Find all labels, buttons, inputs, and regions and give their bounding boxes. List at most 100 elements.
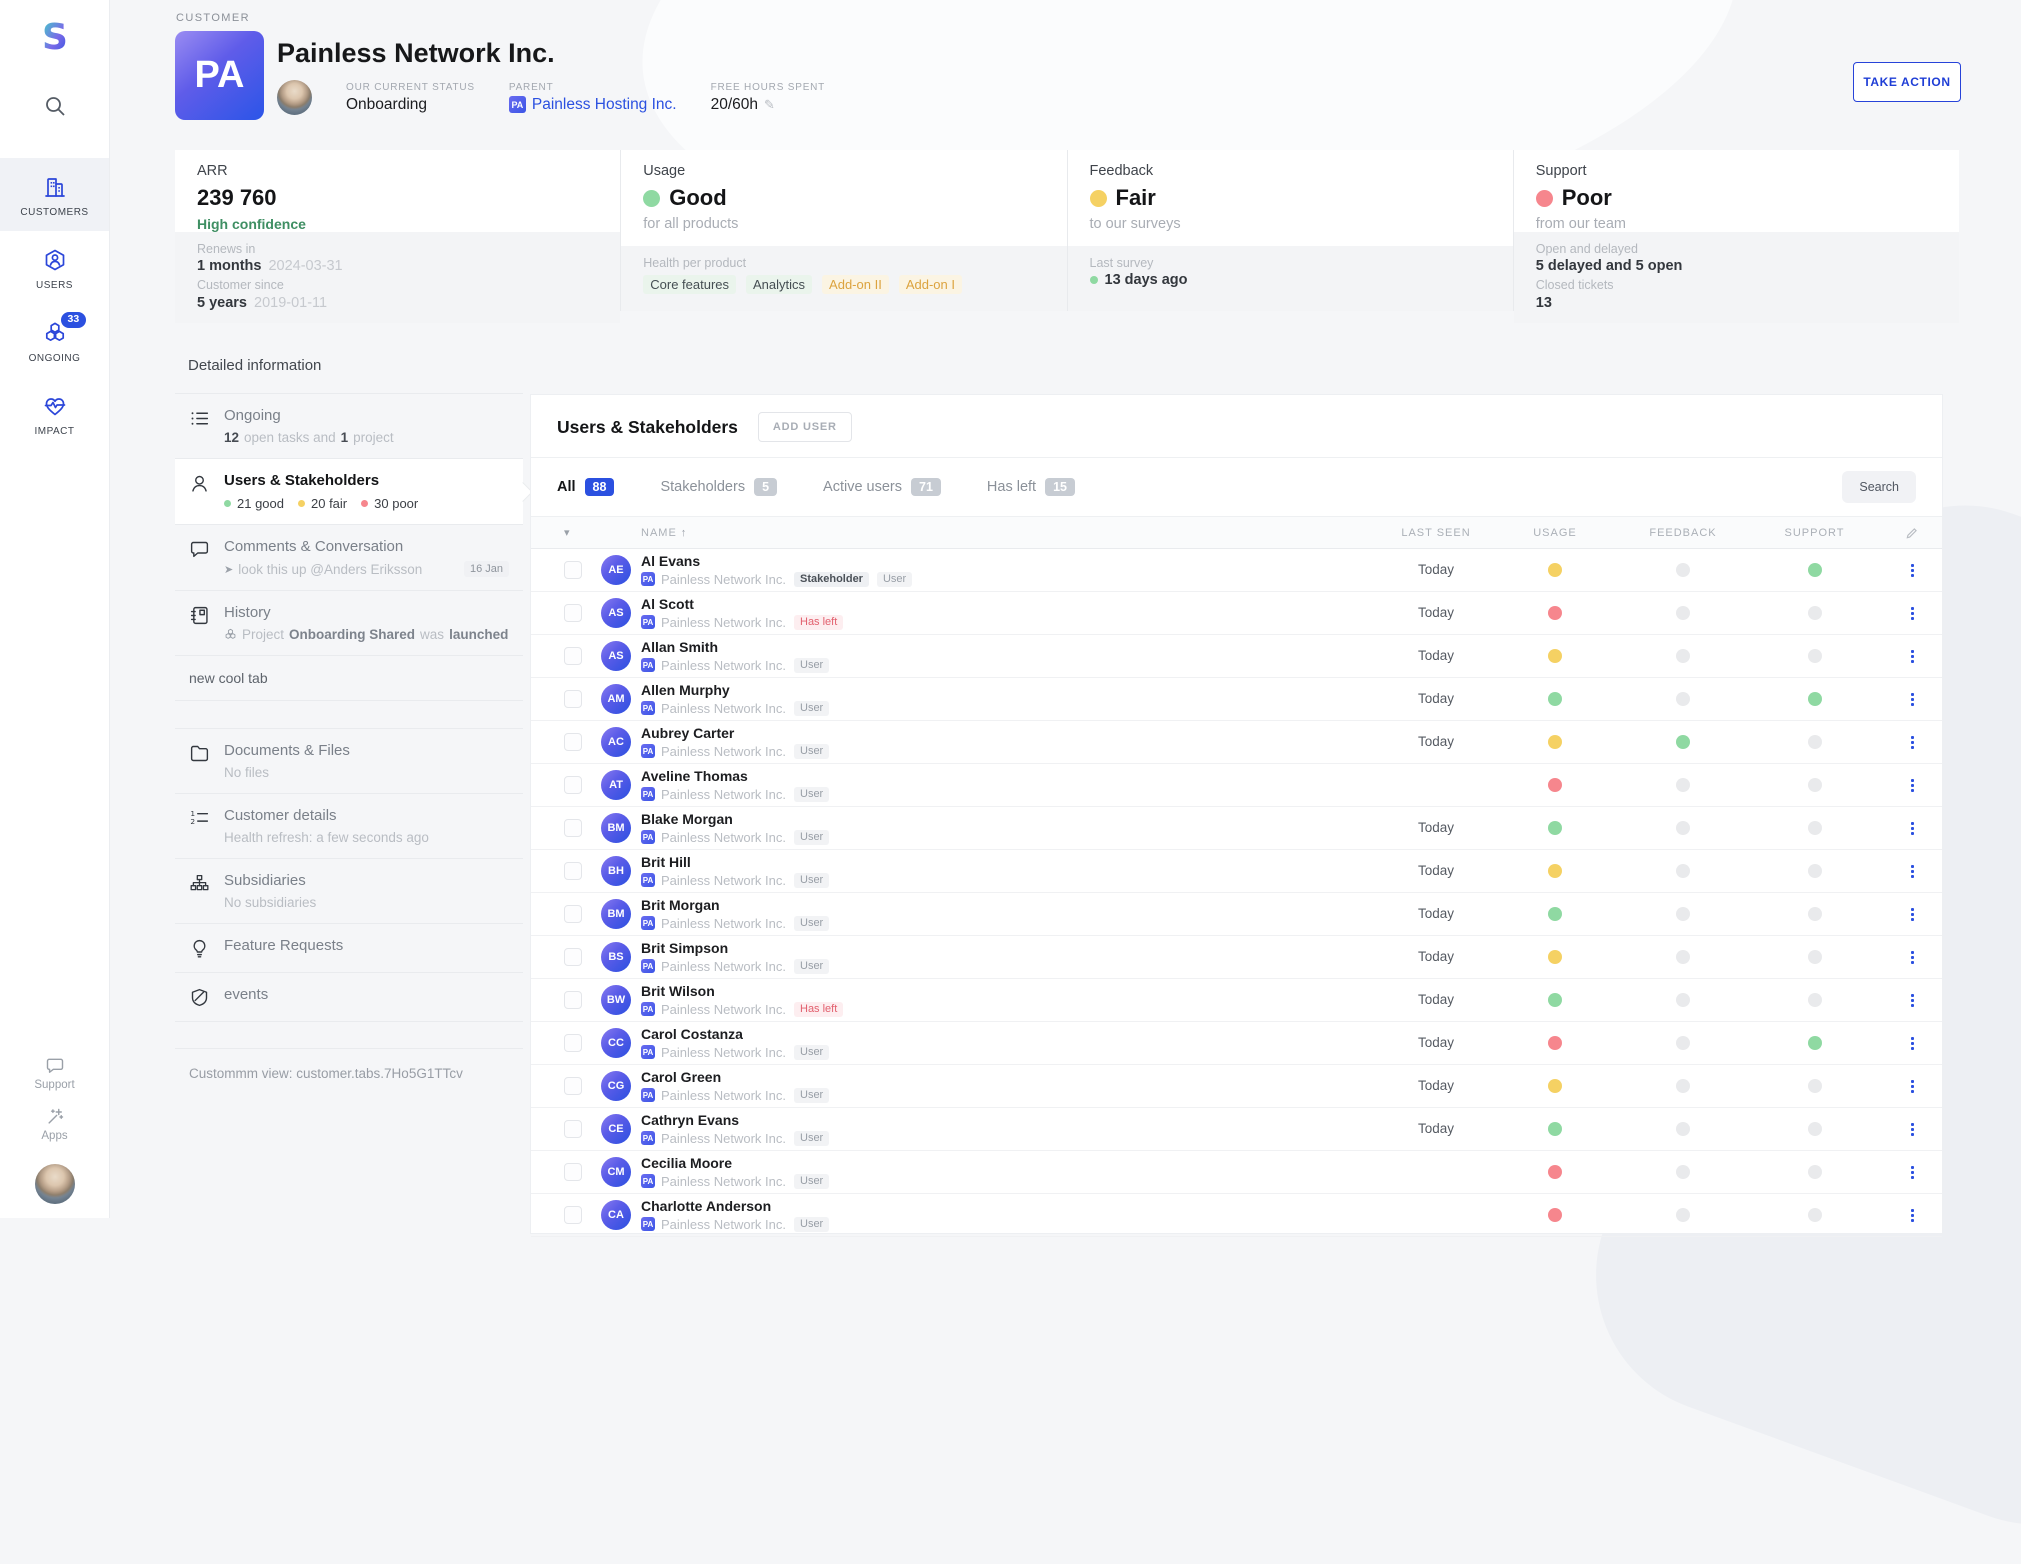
table-row[interactable]: CMCecilia MoorePAPainless Network Inc.Us… [531,1151,1942,1194]
row-menu-button[interactable] [1905,1205,1920,1226]
sidebar-item-impact[interactable]: IMPACT [0,377,109,450]
row-checkbox[interactable] [564,690,582,708]
user-name[interactable]: Allan Smith [641,639,1381,655]
row-checkbox[interactable] [564,733,582,751]
user-name[interactable]: Charlotte Anderson [641,1198,1381,1214]
detail-tab-comments-conversation[interactable]: Comments & Conversation➤look this up @An… [175,525,523,591]
table-row[interactable]: ASAl ScottPAPainless Network Inc.Has lef… [531,592,1942,635]
user-name[interactable]: Allen Murphy [641,682,1381,698]
table-row[interactable]: CGCarol GreenPAPainless Network Inc.User… [531,1065,1942,1108]
user-name[interactable]: Cecilia Moore [641,1155,1381,1171]
add-user-button[interactable]: ADD USER [758,412,852,442]
user-name[interactable]: Al Evans [641,553,1381,569]
row-menu-button[interactable] [1905,1119,1920,1140]
tab-stakeholders[interactable]: Stakeholders5 [660,478,777,496]
detail-tab-ongoing[interactable]: Ongoing12 open tasks and 1 project [175,393,523,459]
table-row[interactable]: ATAveline ThomasPAPainless Network Inc.U… [531,764,1942,807]
menu-gap [175,701,523,729]
row-menu-button[interactable] [1905,646,1920,667]
owner-avatar[interactable] [277,80,312,115]
user-name[interactable]: Blake Morgan [641,811,1381,827]
table-row[interactable]: BWBrit WilsonPAPainless Network Inc.Has … [531,979,1942,1022]
row-checkbox[interactable] [564,862,582,880]
row-checkbox[interactable] [564,1163,582,1181]
user-name[interactable]: Cathryn Evans [641,1112,1381,1128]
user-name[interactable]: Al Scott [641,596,1381,612]
app-logo-icon[interactable]: S [34,16,76,58]
user-name[interactable]: Aveline Thomas [641,768,1381,784]
table-row[interactable]: CACharlotte AndersonPAPainless Network I… [531,1194,1942,1237]
detail-tab-events[interactable]: events [175,973,523,1022]
row-checkbox[interactable] [564,647,582,665]
row-menu-button[interactable] [1905,603,1920,624]
tab-has-left[interactable]: Has left15 [987,478,1075,496]
detail-tab-documents-files[interactable]: Documents & FilesNo files [175,729,523,794]
row-menu-button[interactable] [1905,775,1920,796]
sidebar-item-apps[interactable]: Apps [34,1099,74,1150]
user-name[interactable]: Brit Simpson [641,940,1381,956]
tab-active-users[interactable]: Active users71 [823,478,941,496]
take-action-button[interactable]: TAKE ACTION [1853,62,1961,102]
sidebar-item-users[interactable]: USERS [0,231,109,304]
detail-tab-users-stakeholders[interactable]: Users & Stakeholders21 good20 fair30 poo… [175,459,523,525]
detail-tab-subsidiaries[interactable]: SubsidiariesNo subsidiaries [175,859,523,924]
edit-columns-icon[interactable] [1905,526,1919,540]
table-row[interactable]: CCCarol CostanzaPAPainless Network Inc.U… [531,1022,1942,1065]
detail-tab-customer-details[interactable]: 12Customer detailsHealth refresh: a few … [175,794,523,859]
row-checkbox[interactable] [564,604,582,622]
sidebar-item-support[interactable]: Support [34,1048,74,1099]
row-checkbox[interactable] [564,1034,582,1052]
row-menu-button[interactable] [1905,1033,1920,1054]
row-checkbox[interactable] [564,561,582,579]
row-menu-button[interactable] [1905,947,1920,968]
table-row[interactable]: ACAubrey CarterPAPainless Network Inc.Us… [531,721,1942,764]
row-checkbox[interactable] [564,991,582,1009]
row-checkbox[interactable] [564,905,582,923]
select-all-caret-icon[interactable]: ▾ [564,527,571,539]
detail-tab-subtitle: 12 open tasks and 1 project [224,430,509,445]
table-row[interactable]: BMBrit MorganPAPainless Network Inc.User… [531,893,1942,936]
column-name[interactable]: NAME↑ [641,527,1381,539]
edit-hours-icon[interactable]: ✎ [764,97,775,113]
detail-tab-label: History [224,604,509,621]
detail-tab-feature-requests[interactable]: Feature Requests [175,924,523,973]
tab-all[interactable]: All88 [557,478,614,496]
search-icon[interactable] [43,94,67,118]
row-checkbox[interactable] [564,1077,582,1095]
user-name[interactable]: Carol Costanza [641,1026,1381,1042]
user-name[interactable]: Brit Wilson [641,983,1381,999]
row-menu-button[interactable] [1905,818,1920,839]
row-menu-button[interactable] [1905,689,1920,710]
row-menu-button[interactable] [1905,1162,1920,1183]
row-checkbox[interactable] [564,819,582,837]
sidebar-item-ongoing[interactable]: 33ONGOING [0,304,109,377]
user-name[interactable]: Aubrey Carter [641,725,1381,741]
row-menu-button[interactable] [1905,904,1920,925]
row-checkbox[interactable] [564,948,582,966]
row-menu-button[interactable] [1905,861,1920,882]
row-menu-button[interactable] [1905,1076,1920,1097]
row-menu-button[interactable] [1905,560,1920,581]
search-button[interactable]: Search [1842,471,1916,503]
row-checkbox[interactable] [564,1206,582,1224]
table-row[interactable]: AEAl EvansPAPainless Network Inc.Stakeho… [531,549,1942,592]
table-row[interactable]: BHBrit HillPAPainless Network Inc.UserTo… [531,850,1942,893]
row-menu-button[interactable] [1905,732,1920,753]
arr-detail-1-label: Customer since [197,277,598,293]
user-name[interactable]: Carol Green [641,1069,1381,1085]
row-menu-button[interactable] [1905,990,1920,1011]
table-row[interactable]: AMAllen MurphyPAPainless Network Inc.Use… [531,678,1942,721]
detail-tab-history[interactable]: HistoryProject Onboarding Shared was lau… [175,591,523,656]
row-checkbox[interactable] [564,1120,582,1138]
table-row[interactable]: BSBrit SimpsonPAPainless Network Inc.Use… [531,936,1942,979]
sidebar-item-customers[interactable]: CUSTOMERS [0,158,109,231]
user-name[interactable]: Brit Hill [641,854,1381,870]
detail-tab-new-cool-tab[interactable]: new cool tab [175,656,523,701]
table-row[interactable]: ASAllan SmithPAPainless Network Inc.User… [531,635,1942,678]
parent-company-link[interactable]: Painless Hosting Inc. [532,96,677,114]
user-avatar[interactable] [35,1164,75,1204]
table-row[interactable]: BMBlake MorganPAPainless Network Inc.Use… [531,807,1942,850]
table-row[interactable]: CECathryn EvansPAPainless Network Inc.Us… [531,1108,1942,1151]
row-checkbox[interactable] [564,776,582,794]
user-name[interactable]: Brit Morgan [641,897,1381,913]
